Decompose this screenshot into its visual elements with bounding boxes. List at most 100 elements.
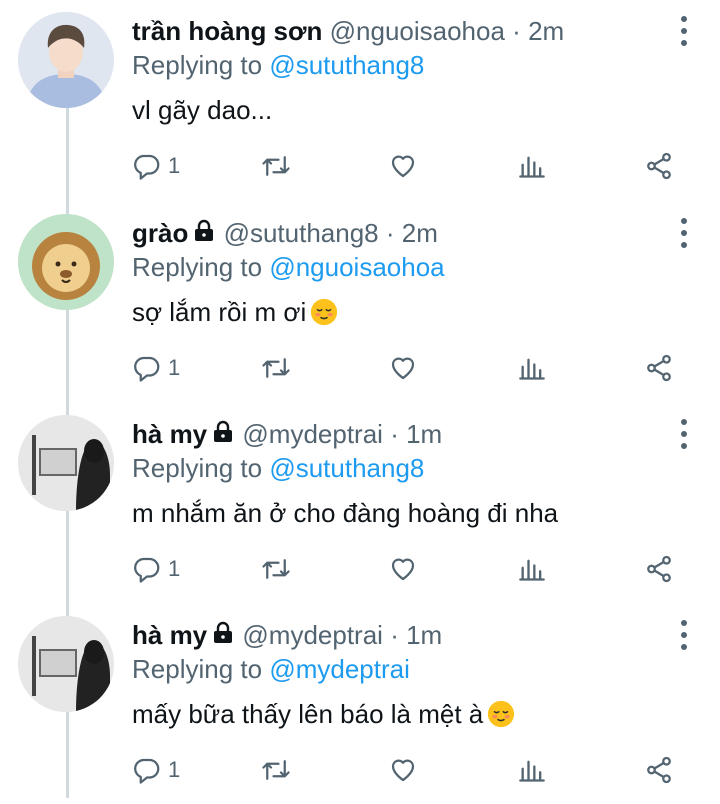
- user-handle[interactable]: @mydeptrai: [242, 620, 383, 650]
- lock-icon: [195, 219, 214, 241]
- replying-to: Replying to @sututhang8: [132, 451, 424, 485]
- heart-icon: [391, 155, 415, 178]
- replying-to: Replying to @nguoisaohoa: [132, 250, 445, 284]
- reply-button[interactable]: 1: [132, 348, 180, 388]
- avatar[interactable]: [18, 616, 114, 712]
- user-handle[interactable]: @sututhang8: [224, 218, 379, 248]
- display-name[interactable]: hà my: [132, 419, 207, 449]
- analytics-button[interactable]: [518, 750, 546, 790]
- avatar[interactable]: [18, 12, 114, 108]
- reply-button[interactable]: 1: [132, 549, 180, 589]
- retweet-icon: [262, 559, 290, 579]
- tweet-text-content: sợ lắm rồi m ơi: [132, 297, 307, 327]
- analytics-icon: [519, 156, 545, 178]
- retweet-button[interactable]: [260, 549, 292, 589]
- share-button[interactable]: [644, 549, 674, 589]
- retweet-icon: [262, 156, 290, 176]
- relieved-face-emoji: [311, 298, 338, 326]
- retweet-icon: [262, 760, 290, 780]
- analytics-icon: [519, 358, 545, 380]
- lion-cartoon-avatar: [18, 214, 114, 310]
- like-button[interactable]: [388, 146, 418, 186]
- analytics-button[interactable]: [518, 348, 546, 388]
- separator-dot: ·: [390, 620, 399, 650]
- share-icon: [647, 756, 671, 784]
- heart-icon: [391, 357, 415, 380]
- reply-count: 1: [168, 556, 181, 581]
- reply-icon: [134, 758, 160, 784]
- tweet-actions: 1: [132, 348, 692, 388]
- tweet-text: mấy bữa thấy lên báo là mệt à: [132, 696, 515, 732]
- analytics-button[interactable]: [518, 146, 546, 186]
- share-icon: [647, 354, 671, 382]
- retweet-icon: [262, 358, 290, 378]
- replying-to: Replying to @mydeptrai: [132, 652, 410, 686]
- tweet-actions: 1: [132, 750, 692, 790]
- person-avatar: [18, 616, 114, 712]
- more-vertical-icon[interactable]: [678, 218, 690, 248]
- analytics-icon: [519, 559, 545, 581]
- user-handle[interactable]: @nguoisaohoa: [330, 16, 505, 46]
- person-avatar: [18, 415, 114, 511]
- avatar[interactable]: [18, 214, 114, 310]
- tweet-text-content: mấy bữa thấy lên báo là mệt à: [132, 699, 484, 729]
- retweet-button[interactable]: [260, 348, 292, 388]
- retweet-button[interactable]: [260, 146, 292, 186]
- reply-icon: [134, 557, 160, 583]
- tweet[interactable]: trần hoàng sơn @nguoisaohoa · 2m Replyin…: [0, 0, 720, 200]
- analytics-button[interactable]: [518, 549, 546, 589]
- reply-count: 1: [168, 757, 181, 782]
- tweet[interactable]: hà my @mydeptrai · 1m Replying to @mydep…: [0, 604, 720, 804]
- share-icon: [647, 555, 671, 583]
- display-name[interactable]: trần hoàng sơn: [132, 16, 322, 46]
- replying-to: Replying to @sututhang8: [132, 48, 424, 82]
- share-button[interactable]: [644, 146, 674, 186]
- lock-icon: [214, 420, 233, 442]
- display-name[interactable]: grào: [132, 218, 188, 248]
- replying-to-mention[interactable]: @sututhang8: [269, 50, 424, 80]
- tweet-header: hà my @mydeptrai · 1m: [132, 417, 660, 451]
- reply-icon: [134, 154, 160, 180]
- tweet-header: hà my @mydeptrai · 1m: [132, 618, 660, 652]
- separator-dot: ·: [390, 419, 399, 449]
- reply-button[interactable]: 1: [132, 750, 180, 790]
- replying-to-label: Replying to: [132, 50, 263, 80]
- separator-dot: ·: [512, 16, 521, 46]
- lock-icon: [214, 621, 233, 643]
- tweet-actions: 1: [132, 146, 692, 186]
- reply-button[interactable]: 1: [132, 146, 180, 186]
- separator-dot: ·: [385, 218, 395, 248]
- tweet-text-content: m nhắm ăn ở cho đàng hoàng đi nha: [132, 498, 559, 528]
- share-button[interactable]: [644, 348, 674, 388]
- tweet[interactable]: hà my @mydeptrai · 1m Replying to @sutut…: [0, 403, 720, 603]
- reply-count: 1: [168, 355, 181, 380]
- relieved-face-emoji: [488, 700, 515, 728]
- reply-count: 1: [168, 153, 181, 178]
- timestamp[interactable]: 1m: [406, 620, 442, 650]
- retweet-button[interactable]: [260, 750, 292, 790]
- like-button[interactable]: [388, 750, 418, 790]
- heart-icon: [391, 759, 415, 782]
- tweet-text: sợ lắm rồi m ơi: [132, 294, 338, 330]
- replying-to-mention[interactable]: @nguoisaohoa: [269, 252, 444, 282]
- replying-to-mention[interactable]: @mydeptrai: [269, 654, 410, 684]
- timestamp[interactable]: 1m: [406, 419, 442, 449]
- more-vertical-icon[interactable]: [678, 16, 690, 46]
- more-vertical-icon[interactable]: [678, 620, 690, 650]
- timestamp[interactable]: 2m: [402, 218, 438, 248]
- like-button[interactable]: [388, 348, 418, 388]
- replying-to-mention[interactable]: @sututhang8: [269, 453, 424, 483]
- timestamp[interactable]: 2m: [528, 16, 564, 46]
- display-name[interactable]: hà my: [132, 620, 207, 650]
- like-button[interactable]: [388, 549, 418, 589]
- share-button[interactable]: [644, 750, 674, 790]
- heart-icon: [391, 558, 415, 581]
- avatar[interactable]: [18, 415, 114, 511]
- tweet-header: trần hoàng sơn @nguoisaohoa · 2m: [132, 14, 660, 48]
- user-handle[interactable]: @mydeptrai: [242, 419, 383, 449]
- more-vertical-icon[interactable]: [678, 419, 690, 449]
- tweet[interactable]: grào @sututhang8 · 2m Replying to @nguoi…: [0, 202, 720, 402]
- analytics-icon: [519, 760, 545, 782]
- tweet-text: vl gãy dao...: [132, 92, 272, 128]
- tweet-header: grào @sututhang8 · 2m: [132, 216, 660, 250]
